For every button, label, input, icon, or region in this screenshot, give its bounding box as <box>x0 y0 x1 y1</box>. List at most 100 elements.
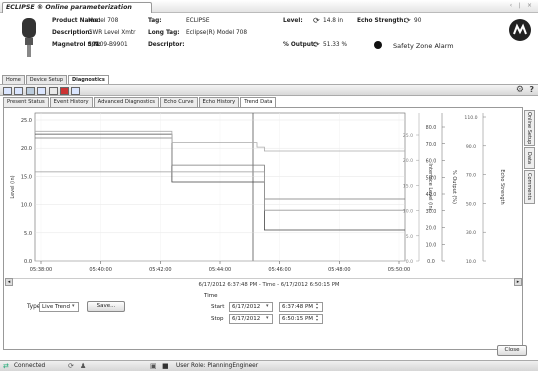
mag-sn-value: d9N09-B9901 <box>88 42 128 48</box>
time-spinner-icon[interactable]: ▴ ▾ <box>316 314 318 322</box>
device-header: Product Name: Model 708 Description: GWR… <box>0 14 538 74</box>
window-title: ECLIPSE ® Online parameterization <box>2 2 152 13</box>
side-tabs: Online Setup Data Comments <box>524 110 536 205</box>
axis3-label: % Output (%) <box>451 170 457 204</box>
axis3-tick-label: 10.0 <box>426 242 437 248</box>
magnetrol-logo <box>509 19 531 41</box>
window-icon[interactable] <box>3 87 12 95</box>
chart-caption: 6/17/2012 6:37:48 PM - Time - 6/17/2012 … <box>198 282 340 288</box>
print-icon[interactable] <box>49 87 58 95</box>
status-bar: ⇄ Connected ⟳ ♟ ▣ ■ User Role: PlanningE… <box>0 360 538 371</box>
x-tick-label: 05:44:00 <box>209 267 231 273</box>
window-icon[interactable] <box>14 87 23 95</box>
tab-diagnostics[interactable]: Diagnostics <box>68 75 109 84</box>
echo-strength-value: 90 <box>414 18 422 24</box>
x-tick-label: 05:46:00 <box>268 267 290 273</box>
upload-icon[interactable] <box>37 87 46 95</box>
x-tick-label: 05:48:00 <box>328 267 350 273</box>
level-label: Level: <box>283 18 303 24</box>
x-tick-label: 05:50:00 <box>388 267 410 273</box>
axis4-label: Echo Strength <box>499 169 505 204</box>
tab-present-status[interactable]: Present Status <box>3 97 49 107</box>
axis2-label: Interface Level (in) <box>427 163 433 210</box>
diagnostics-tabs: Present Status Event History Advanced Di… <box>3 97 277 107</box>
axis4-tick-label: 90.0 <box>466 144 476 150</box>
calendar-dropdown-icon[interactable]: ▾ <box>266 303 269 309</box>
chevron-down-icon[interactable]: ▾ <box>72 303 75 309</box>
tab-echo-curve[interactable]: Echo Curve <box>160 97 198 107</box>
axis2-tick-label: 10.0 <box>403 209 413 215</box>
x-tick-label: 05:38:00 <box>30 267 52 273</box>
close-button[interactable]: Close <box>497 345 527 356</box>
descriptor-label: Descriptor: <box>148 42 185 48</box>
x-tick-label: 05:40:00 <box>89 267 111 273</box>
user-icon: ♟ <box>80 362 87 370</box>
refresh-icon: ⟳ <box>313 40 320 49</box>
description-label: Description: <box>52 30 92 36</box>
axis2-tick-label: 25.0 <box>403 133 413 139</box>
axis2-tick-label: 0.0 <box>406 259 413 265</box>
connection-icon: ⇄ <box>3 362 9 370</box>
trend-chart[interactable]: 25.0 20.0 15.0 10.0 5.0 0.0 25.0 20.0 15.0 10.0 5.… <box>5 110 521 286</box>
user-role: User Role: PlanningEngineer <box>176 363 259 369</box>
refresh-icon: ⟳ <box>404 16 411 25</box>
time-spinner-icon[interactable]: ▴ ▾ <box>316 302 318 310</box>
axis3-tick-label: 80.0 <box>426 125 437 131</box>
tab-device-setup[interactable]: Device Setup <box>25 75 68 84</box>
tab-echo-history[interactable]: Echo History <box>198 97 240 107</box>
y-tick-label: 15.0 <box>21 174 32 180</box>
side-tab-comments[interactable]: Comments <box>524 170 535 204</box>
x-tick-label: 05:42:00 <box>149 267 171 273</box>
axis4-tick-label: 10.0 <box>466 259 476 265</box>
start-label: Start <box>211 304 225 310</box>
y-tick-label: 5.0 <box>24 231 32 237</box>
grid-icon[interactable] <box>71 87 80 95</box>
axis4-tick-label: 110.0 <box>464 115 477 121</box>
axis2-tick-label: 15.0 <box>403 183 413 189</box>
product-name-value: Model 708 <box>88 18 119 24</box>
lock-icon: ▣ <box>150 362 157 370</box>
output-label: % Output: <box>283 42 317 48</box>
tab-trend-data[interactable]: Trend Data <box>240 97 277 107</box>
axis3-tick-label: 20.0 <box>426 226 437 232</box>
axis4-tick-label: 70.0 <box>466 173 476 179</box>
connection-status: Connected <box>14 363 46 369</box>
axis2-tick-label: 5.0 <box>406 234 413 240</box>
time-label: Time <box>204 293 218 299</box>
safety-zone-indicator <box>374 41 382 49</box>
tag-value: ECLIPSE <box>186 18 210 24</box>
level-value: 14.8 in <box>323 18 344 24</box>
save-button[interactable]: Save... <box>87 301 125 312</box>
transmitter-image <box>22 18 36 57</box>
axis4-tick-label: 50.0 <box>466 201 476 207</box>
axis3-tick-label: 0.0 <box>427 259 435 265</box>
side-tab-online-setup[interactable]: Online Setup <box>524 110 535 146</box>
description-value: GWR Level Xmtr <box>88 30 136 36</box>
tab-event-history[interactable]: Event History <box>49 97 93 107</box>
long-tag-value: Eclipse(R) Model 708 <box>186 30 248 36</box>
tab-advanced-diagnostics[interactable]: Advanced Diagnostics <box>93 97 159 107</box>
safety-zone-label: Safety Zone Alarm <box>393 42 454 50</box>
calendar-dropdown-icon[interactable]: ▾ <box>266 315 269 321</box>
tag-label: Tag: <box>148 18 162 24</box>
report-icon[interactable] <box>60 87 69 95</box>
y-tick-label: 0.0 <box>24 259 32 265</box>
y-tick-label: 20.0 <box>21 146 32 152</box>
long-tag-label: Long Tag: <box>148 30 180 36</box>
left-axis-label: Level (in) <box>10 175 16 198</box>
window-controls[interactable]: ‹ ∣ × <box>510 2 534 9</box>
side-tab-data[interactable]: Data <box>524 147 535 169</box>
save-icon[interactable] <box>26 87 35 95</box>
refresh-icon[interactable]: ⟳ <box>68 362 74 370</box>
axis2-tick-label: 20.0 <box>403 158 413 164</box>
scroll-left-button[interactable]: ◂ <box>5 278 13 286</box>
help-icon[interactable]: ? <box>529 85 534 94</box>
output-value: 51.33 % <box>323 42 347 48</box>
tab-home[interactable]: Home <box>2 75 25 84</box>
settings-icon[interactable]: ⚙ <box>516 85 524 95</box>
toolbar: ⚙ ? <box>0 84 538 96</box>
y-tick-label: 10.0 <box>21 203 32 209</box>
echo-strength-label: Echo Strength: <box>357 18 406 24</box>
axis3-tick-label: 70.0 <box>426 142 437 148</box>
axis4-tick-label: 30.0 <box>466 230 476 236</box>
